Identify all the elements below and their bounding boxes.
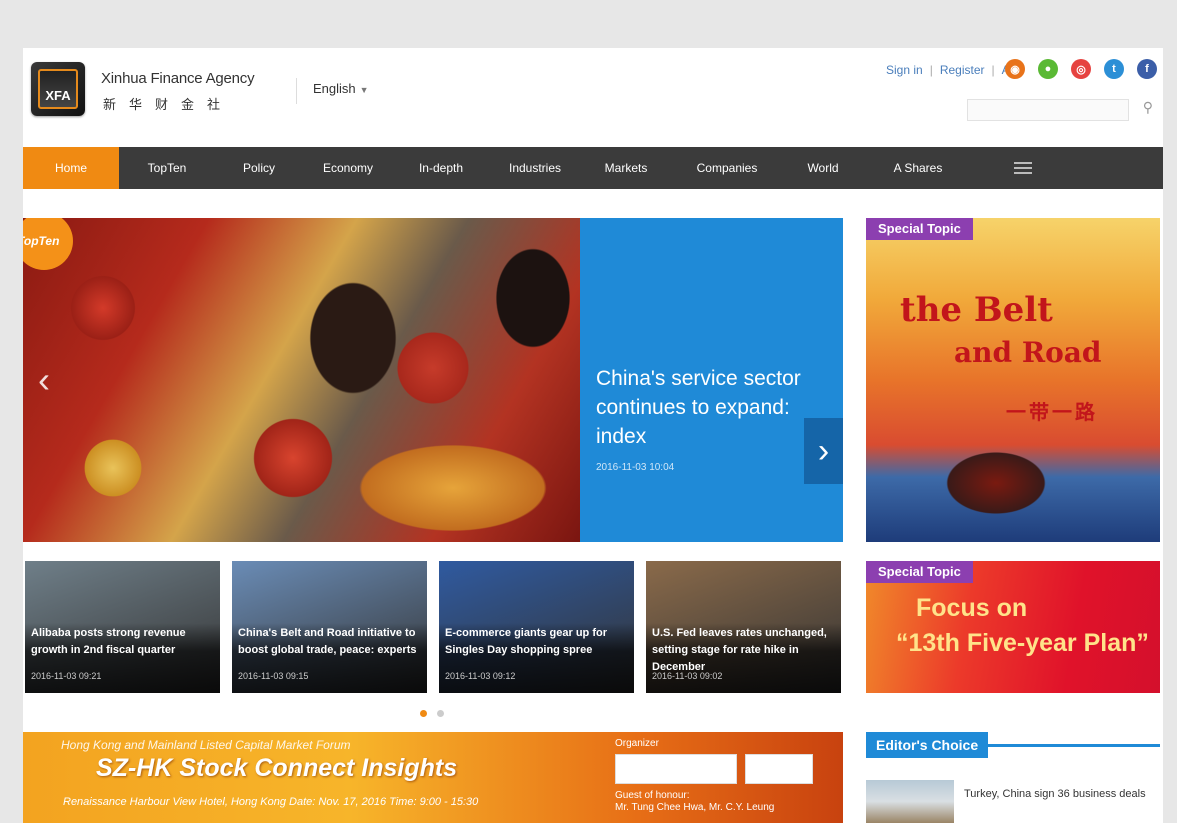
nav-policy[interactable]: Policy: [215, 147, 303, 189]
wechat-icon[interactable]: ●: [1038, 59, 1058, 79]
nav-topten[interactable]: TopTen: [119, 147, 215, 189]
sign-in-link[interactable]: Sign in: [886, 63, 923, 77]
nav-companies[interactable]: Companies: [671, 147, 783, 189]
nav-markets[interactable]: Markets: [581, 147, 671, 189]
search-input[interactable]: [967, 99, 1129, 121]
editor-item-image: [866, 780, 954, 823]
weibo-icon[interactable]: ◎: [1071, 59, 1091, 79]
banner-details: Renaissance Harbour View Hotel, Hong Kon…: [63, 796, 479, 808]
partner-logo: [745, 754, 813, 784]
news-thumb[interactable]: Alibaba posts strong revenue growth in 2…: [25, 561, 220, 693]
news-thumbnails: Alibaba posts strong revenue growth in 2…: [25, 561, 845, 693]
facebook-icon[interactable]: f: [1137, 59, 1157, 79]
banner-forum-name: Hong Kong and Mainland Listed Capital Ma…: [61, 738, 351, 752]
chevron-right-icon[interactable]: ›: [804, 418, 843, 484]
nav-a-shares[interactable]: A Shares: [863, 147, 973, 189]
topic-title-line1: Focus on: [916, 594, 1028, 622]
thumb-title: E-commerce giants gear up for Singles Da…: [445, 627, 607, 656]
carousel-dot[interactable]: [420, 710, 427, 717]
thumb-title: Alibaba posts strong revenue growth in 2…: [31, 627, 186, 656]
thumb-date: 2016-11-03 09:02: [652, 671, 723, 681]
nav-economy[interactable]: Economy: [303, 147, 393, 189]
main-nav: Home TopTen Policy Economy In-depth Indu…: [23, 147, 1163, 189]
twitter-icon[interactable]: t: [1104, 59, 1124, 79]
menu-icon: [1014, 162, 1032, 174]
chevron-down-icon: ▼: [359, 85, 369, 95]
editors-choice-title: Editor's Choice: [866, 732, 989, 758]
topic-title-line1: the Belt: [900, 290, 1053, 330]
search-icon[interactable]: ⚲: [1143, 99, 1153, 116]
logo-text: XFA: [38, 69, 78, 109]
register-link[interactable]: Register: [940, 63, 985, 77]
carousel-dot[interactable]: [437, 710, 444, 717]
editors-choice-item[interactable]: Turkey, China sign 36 business deals: [866, 780, 1160, 823]
thumb-date: 2016-11-03 09:15: [238, 671, 309, 681]
separator: |: [991, 63, 995, 77]
xfa-logo[interactable]: XFA: [31, 62, 85, 116]
news-thumb[interactable]: U.S. Fed leaves rates unchanged, setting…: [646, 561, 841, 693]
rss-icon[interactable]: ◉: [1005, 59, 1025, 79]
forum-banner[interactable]: Hong Kong and Mainland Listed Capital Ma…: [23, 732, 843, 823]
topic-title-line2: “13th Five-year Plan”: [896, 629, 1149, 657]
guest-label: Guest of honour:: [615, 790, 690, 801]
thumb-date: 2016-11-03 09:21: [31, 671, 102, 681]
news-thumb[interactable]: E-commerce giants gear up for Singles Da…: [439, 561, 634, 693]
language-label: English: [313, 81, 356, 96]
nav-world[interactable]: World: [783, 147, 863, 189]
brand-name-cn: 新华财金社: [103, 98, 234, 113]
special-topic-belt-road[interactable]: Special Topic the Belt and Road 一带一路: [866, 218, 1160, 542]
news-thumb[interactable]: China's Belt and Road initiative to boos…: [232, 561, 427, 693]
banner-organizer-label: Organizer: [615, 738, 659, 749]
hero-title[interactable]: China's service sector continues to expa…: [596, 364, 821, 451]
organizer-logos: [615, 754, 813, 784]
editors-choice-header: Editor's Choice: [866, 732, 1160, 760]
hero-slider[interactable]: TopTen ‹ China's service sector continue…: [23, 218, 843, 542]
editor-item-title: Turkey, China sign 36 business deals: [964, 788, 1146, 800]
banner-title: SZ-HK Stock Connect Insights: [96, 754, 458, 782]
topic-title-line2: and Road: [954, 336, 1102, 369]
special-topic-tag: Special Topic: [866, 218, 973, 240]
guest-names: Mr. Tung Chee Hwa, Mr. C.Y. Leung: [615, 802, 775, 813]
social-icons: ◉ ● ◎ t f: [1005, 59, 1157, 79]
hero-caption-panel: China's service sector continues to expa…: [580, 218, 843, 542]
nav-more-button[interactable]: [973, 147, 1073, 189]
banner-guests: Guest of honour: Mr. Tung Chee Hwa, Mr. …: [615, 790, 774, 814]
xfa-organizer-logo: [615, 754, 737, 784]
nav-industries[interactable]: Industries: [489, 147, 581, 189]
thumb-date: 2016-11-03 09:12: [445, 671, 516, 681]
brand-name-en: Xinhua Finance Agency: [101, 70, 255, 87]
thumb-title: U.S. Fed leaves rates unchanged, setting…: [652, 627, 827, 673]
top-links: Sign in|Register|App: [886, 63, 1023, 77]
chevron-left-icon[interactable]: ‹: [29, 358, 59, 402]
special-topic-tag: Special Topic: [866, 561, 973, 583]
hero-date: 2016-11-03 10:04: [596, 462, 675, 473]
divider: [296, 78, 297, 104]
nav-in-depth[interactable]: In-depth: [393, 147, 489, 189]
hero-image: [23, 218, 580, 542]
nav-home[interactable]: Home: [23, 147, 119, 189]
thumb-title: China's Belt and Road initiative to boos…: [238, 627, 417, 656]
page: XFA Xinhua Finance Agency 新华财金社 English ▼…: [23, 48, 1163, 823]
carousel-dots: [420, 710, 444, 717]
topic-title-cn: 一带一路: [1006, 400, 1098, 424]
special-topic-five-year-plan[interactable]: Special Topic Focus on “13th Five-year P…: [866, 561, 1160, 693]
language-select[interactable]: English ▼: [313, 81, 369, 96]
separator: |: [929, 63, 933, 77]
